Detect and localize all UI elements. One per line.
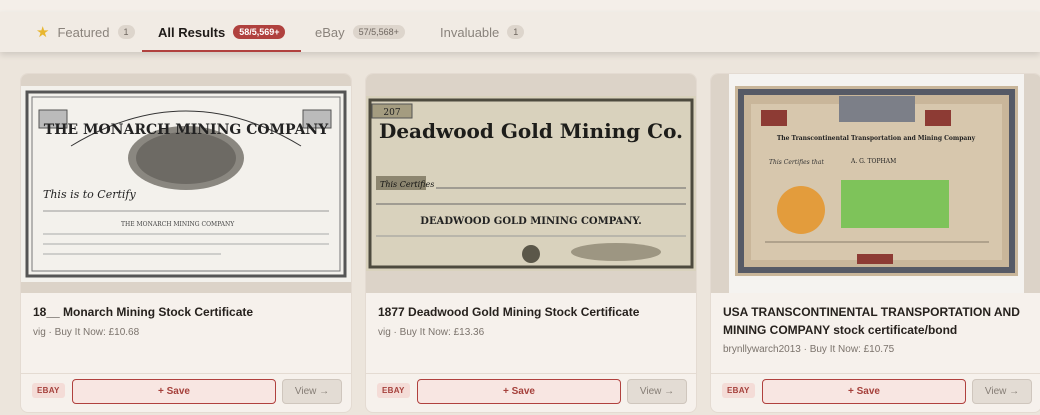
certificate-sub: THE MONARCH MINING COMPANY [121, 221, 235, 228]
certificate-line: This Certifies [380, 180, 434, 189]
result-card[interactable]: THE MONARCH MINING COMPANY This is to Ce… [20, 73, 352, 413]
certificate-header: Deadwood Gold Mining Co. [379, 119, 683, 143]
view-button[interactable]: View → [627, 379, 687, 404]
tab-ebay[interactable]: eBay 57/5,568+ [315, 12, 405, 52]
tab-count-badge: 57/5,568+ [352, 25, 405, 39]
certificate-line: This is to Certify [43, 188, 136, 201]
tab-label: Featured [57, 24, 110, 40]
view-button[interactable]: View → [282, 379, 342, 404]
card-image[interactable]: THE MONARCH MINING COMPANY This is to Ce… [21, 74, 351, 293]
star-icon: ★ [36, 23, 50, 41]
card-meta: vig · Buy It Now: £10.68 [33, 327, 140, 338]
certificate-number: 207 [383, 108, 400, 118]
tab-invaluable[interactable]: Invaluable 1 [440, 12, 525, 52]
tab-label: All Results [158, 24, 226, 40]
results-tabs: ★ Featured 1 All Results 58/5,569+ eBay … [0, 12, 1040, 52]
tab-all-results[interactable]: All Results 58/5,569+ [142, 12, 302, 52]
card-footer: EBAY + Save View → [21, 373, 351, 412]
card-footer: EBAY + Save View → [366, 373, 696, 412]
card-image[interactable]: The Transcontinental Transportation and … [711, 74, 1040, 293]
card-title[interactable]: 18__ Monarch Mining Stock Certificate [33, 303, 339, 321]
tab-count-badge: 58/5,569+ [233, 25, 286, 39]
stock-certificate-image: The Transcontinental Transportation and … [729, 74, 1024, 293]
certificate-header: THE MONARCH MINING COMPANY [44, 122, 329, 138]
save-button[interactable]: + Save [762, 379, 966, 404]
card-meta: vig · Buy It Now: £13.36 [378, 327, 485, 338]
view-button[interactable]: View → [972, 379, 1032, 404]
tab-count-badge: 1 [507, 25, 525, 39]
active-tab-indicator [142, 50, 302, 52]
stock-certificate-image: 207 Deadwood Gold Mining Co. This Certif… [366, 96, 696, 271]
source-badge: EBAY [377, 383, 410, 398]
source-badge: EBAY [722, 383, 755, 398]
save-button[interactable]: + Save [72, 379, 276, 404]
tab-label: Invaluable [440, 24, 500, 40]
result-card[interactable]: 207 Deadwood Gold Mining Co. This Certif… [365, 73, 697, 413]
card-title[interactable]: USA TRANSCONTINENTAL TRANSPORTATION AND … [723, 303, 1029, 339]
certificate-name: A. G. TOPHAM [850, 158, 896, 165]
certificate-sub: DEADWOOD GOLD MINING COMPANY. [420, 216, 641, 227]
source-badge: EBAY [32, 383, 65, 398]
certificate-header: The Transcontinental Transportation and … [777, 135, 976, 142]
result-card[interactable]: The Transcontinental Transportation and … [710, 73, 1040, 413]
tab-label: eBay [315, 24, 345, 40]
card-meta: brynllywarch2013 · Buy It Now: £10.75 [723, 344, 895, 355]
card-footer: EBAY + Save View → [711, 373, 1040, 412]
tab-count-badge: 1 [117, 25, 135, 39]
save-button[interactable]: + Save [417, 379, 621, 404]
tab-featured[interactable]: ★ Featured 1 [36, 12, 135, 52]
card-image[interactable]: 207 Deadwood Gold Mining Co. This Certif… [366, 74, 696, 293]
certificate-line: This Certifies that [769, 159, 825, 166]
card-title[interactable]: 1877 Deadwood Gold Mining Stock Certific… [378, 303, 684, 321]
stock-certificate-image: THE MONARCH MINING COMPANY This is to Ce… [21, 86, 351, 282]
